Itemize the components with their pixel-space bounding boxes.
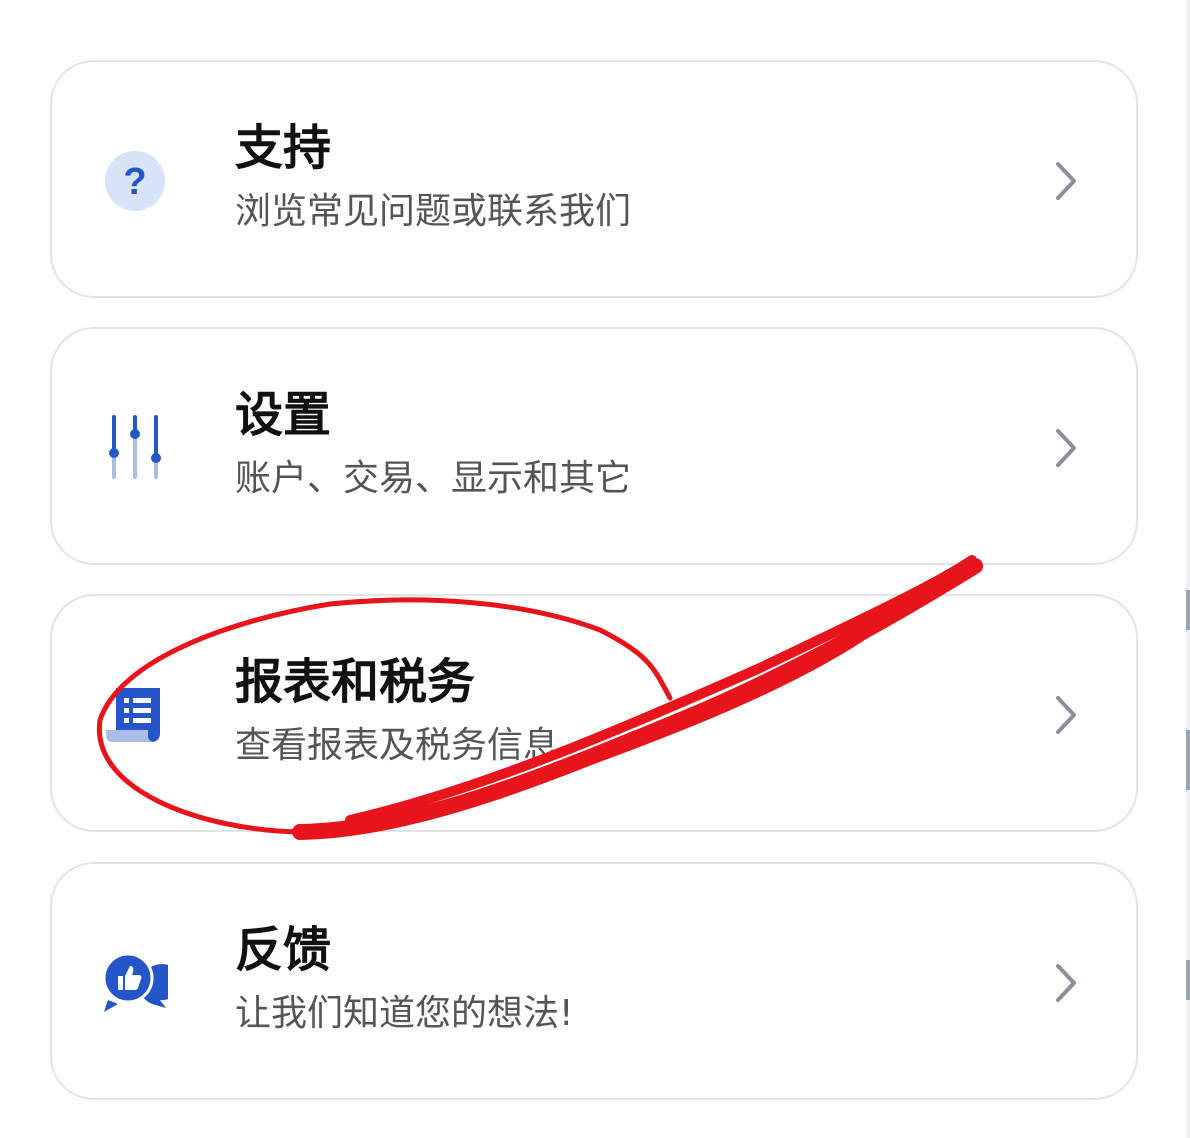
sliders-settings-icon [102,415,168,481]
chevron-right-icon [1052,160,1080,202]
svg-text:?: ? [123,161,146,203]
scrollbar-segment [1186,960,1190,1000]
support-card[interactable]: ? 支持 浏览常见问题或联系我们 [50,60,1138,298]
chevron-right-icon [1052,694,1080,736]
settings-title: 设置 [235,387,332,443]
reports-tax-subtitle: 查看报表及税务信息 [235,725,560,766]
settings-subtitle: 账户、交易、显示和其它 [235,458,632,499]
feedback-card[interactable]: 反馈 让我们知道您的想法! [50,862,1138,1100]
reports-tax-title: 报表和税务 [235,654,476,710]
document-list-icon [102,682,168,748]
scrollbar-thumb[interactable] [1186,590,1190,630]
help-question-icon: ? [102,148,168,214]
feedback-subtitle: 让我们知道您的想法! [235,993,574,1034]
support-subtitle: 浏览常见问题或联系我们 [235,191,632,232]
chevron-right-icon [1052,962,1080,1004]
feedback-chat-icon [102,950,168,1016]
settings-card[interactable]: 设置 账户、交易、显示和其它 [50,327,1138,565]
chevron-right-icon [1052,427,1080,469]
menu-page: ? 支持 浏览常见问题或联系我们 设置 账户、交易、显示和其它 报表和税务 查看… [0,0,1190,1138]
scrollbar-segment [1186,730,1190,790]
feedback-title: 反馈 [235,922,332,978]
reports-tax-card[interactable]: 报表和税务 查看报表及税务信息 [50,594,1138,832]
support-title: 支持 [235,120,332,176]
